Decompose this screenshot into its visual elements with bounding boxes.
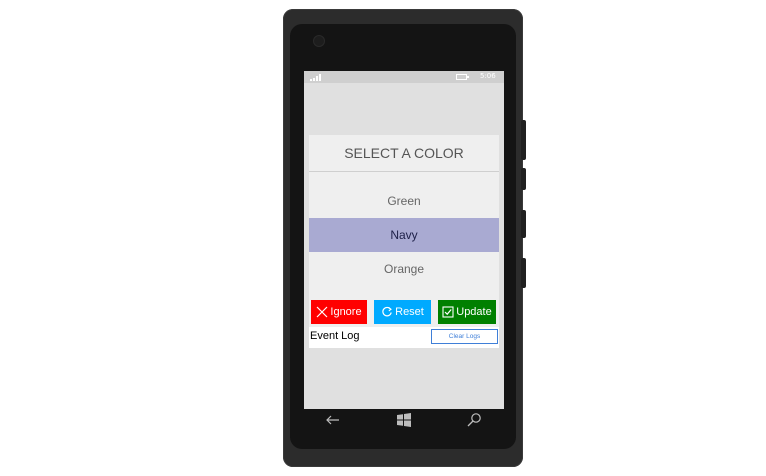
status-time: 5:06 [480, 72, 496, 80]
event-log-row: Event Log Clear Logs [309, 327, 499, 348]
color-picker-panel: SELECT A COLOR Green Navy Orange Ignore … [309, 135, 499, 348]
status-bar: 5:06 [304, 71, 504, 83]
list-item[interactable]: Green [309, 184, 499, 218]
ignore-button[interactable]: Ignore [311, 300, 367, 324]
windows-start-icon[interactable] [396, 412, 412, 428]
close-icon [316, 306, 328, 318]
screen: 5:06 SELECT A COLOR Green Navy Orange Ig… [304, 71, 504, 409]
ignore-label: Ignore [330, 306, 362, 318]
list-item-label: Orange [383, 262, 425, 276]
list-item-selected[interactable]: Navy [309, 218, 499, 252]
list-item[interactable]: Orange [309, 252, 499, 286]
battery-icon [456, 74, 469, 80]
refresh-icon [381, 306, 393, 318]
list-item-label: Navy [390, 228, 418, 242]
clear-logs-button[interactable]: Clear Logs [431, 329, 498, 344]
update-button[interactable]: Update [438, 300, 496, 324]
event-log-label: Event Log [310, 330, 360, 342]
back-icon[interactable] [325, 412, 341, 428]
update-label: Update [456, 306, 492, 318]
side-button [521, 258, 526, 288]
reset-label: Reset [395, 306, 424, 318]
volume-button [521, 120, 526, 160]
list-item-label: Green [387, 194, 421, 208]
front-camera [314, 36, 324, 46]
reset-button[interactable]: Reset [374, 300, 431, 324]
camera-button [521, 210, 526, 238]
picker-title: SELECT A COLOR [309, 135, 499, 172]
search-icon[interactable] [466, 412, 482, 428]
power-button [521, 168, 526, 190]
signal-icon [310, 74, 322, 81]
checkbox-checked-icon [442, 306, 454, 318]
